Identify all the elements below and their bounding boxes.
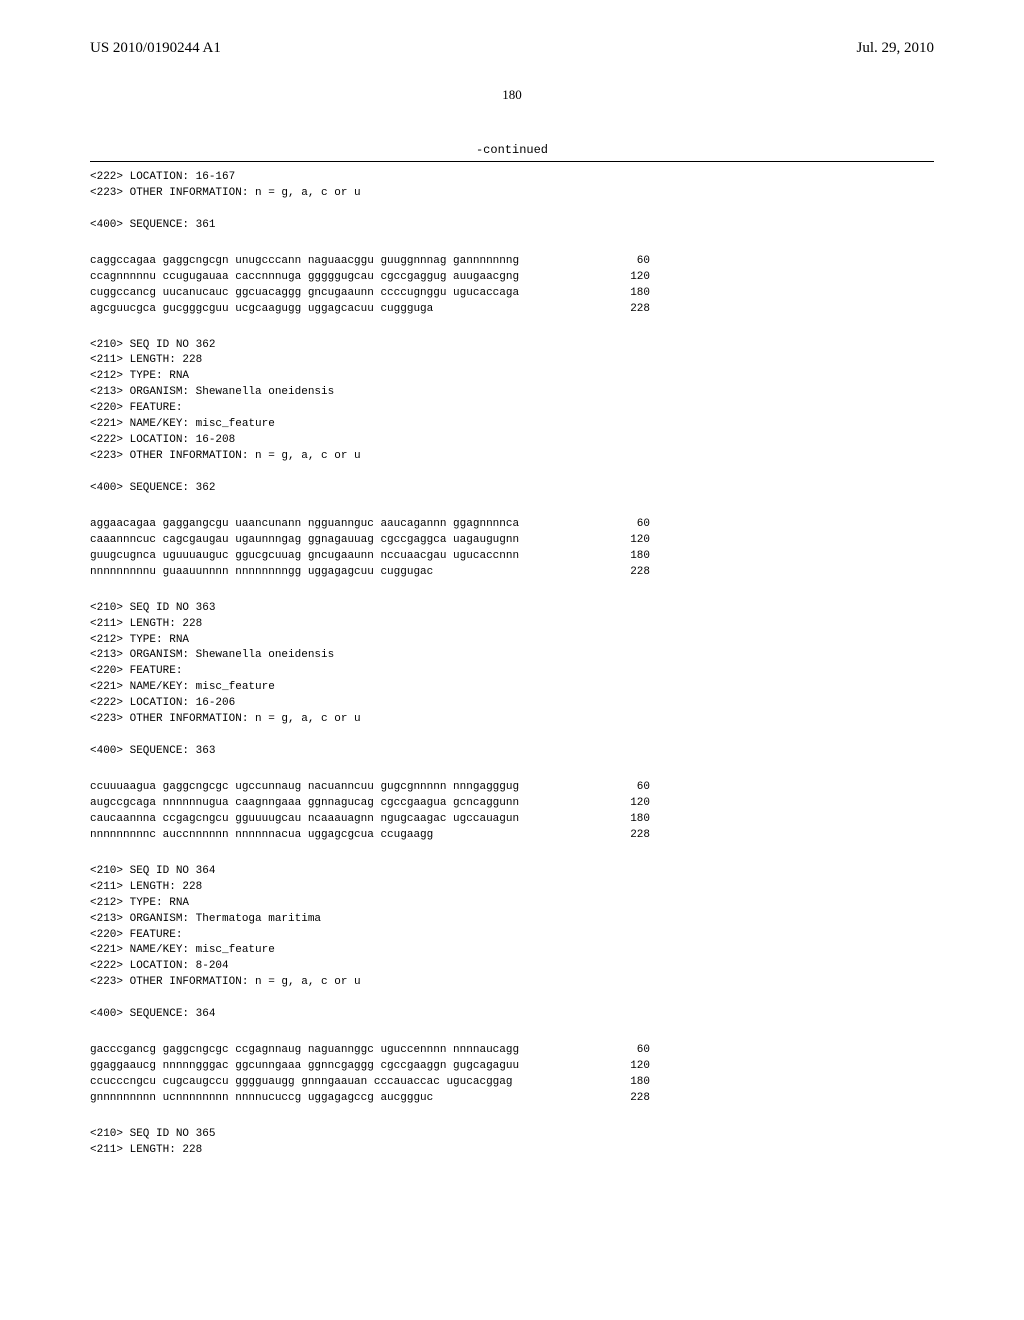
seq-365-meta: <210> SEQ ID NO 365 <211> LENGTH: 228: [90, 1127, 934, 1159]
seq-text: aggaacagaa gaggangcgu uaancunann ngguann…: [90, 517, 519, 533]
continued-label: -continued: [90, 143, 934, 157]
seq-text: gacccgancg gaggcngcgc ccgagnnaug naguann…: [90, 1043, 519, 1059]
seq-text: caggccagaa gaggcngcgn unugcccann naguaac…: [90, 254, 519, 270]
seq-row: gacccgancg gaggcngcgc ccgagnnaug naguann…: [90, 1043, 650, 1059]
seq-pos: 120: [610, 533, 650, 549]
seq-text: agcguucgca gucgggcguu ucgcaagugg uggagca…: [90, 302, 433, 318]
seq-text: caucaannna ccgagcngcu gguuuugcau ncaaaua…: [90, 812, 519, 828]
seq-363-rows: ccuuuaagua gaggcngcgc ugccunnaug nacuann…: [90, 780, 934, 844]
seq-362-meta: <210> SEQ ID NO 362 <211> LENGTH: 228 <2…: [90, 338, 934, 497]
seq-row: cuggccancg uucanucauc ggcuacaggg gncugaa…: [90, 286, 650, 302]
seq-row: caggccagaa gaggcngcgn unugcccann naguaac…: [90, 254, 650, 270]
seq-pos: 228: [610, 828, 650, 844]
seq-pos: 180: [610, 812, 650, 828]
publication-number: US 2010/0190244 A1: [90, 40, 221, 57]
seq-pos: 180: [610, 1075, 650, 1091]
seq-pos: 228: [610, 1091, 650, 1107]
seq-row: ccucccngcu cugcaugccu gggguaugg gnnngaau…: [90, 1075, 650, 1091]
seq-text: ccuuuaagua gaggcngcgc ugccunnaug nacuann…: [90, 780, 519, 796]
header: US 2010/0190244 A1 Jul. 29, 2010: [90, 40, 934, 57]
seq-row: gnnnnnnnnn ucnnnnnnnn nnnnucuccg uggagag…: [90, 1091, 650, 1107]
seq-363-meta: <210> SEQ ID NO 363 <211> LENGTH: 228 <2…: [90, 601, 934, 760]
seq-text: ccucccngcu cugcaugccu gggguaugg gnnngaau…: [90, 1075, 512, 1091]
seq-pos: 120: [610, 1059, 650, 1075]
seq-pos: 120: [610, 796, 650, 812]
seq-row: ccagnnnnnu ccugugauaa caccnnnuga gggggug…: [90, 270, 650, 286]
seq-361-rows: caggccagaa gaggcngcgn unugcccann naguaac…: [90, 254, 934, 318]
seq-text: ccagnnnnnu ccugugauaa caccnnnuga gggggug…: [90, 270, 519, 286]
seq-row: ccuuuaagua gaggcngcgc ugccunnaug nacuann…: [90, 780, 650, 796]
seq-362-rows: aggaacagaa gaggangcgu uaancunann ngguann…: [90, 517, 934, 581]
seq-text: nnnnnnnnnu guaauunnnn nnnnnnnngg uggagag…: [90, 565, 433, 581]
seq-text: cuggccancg uucanucauc ggcuacaggg gncugaa…: [90, 286, 519, 302]
divider: [90, 161, 934, 162]
seq-text: caaannncuc cagcgaugau ugaunnngag ggnagau…: [90, 533, 519, 549]
seq-text: augccgcaga nnnnnnugua caagnngaaa ggnnagu…: [90, 796, 519, 812]
seq-pos: 180: [610, 286, 650, 302]
seq-row: caucaannna ccgagcngcu gguuuugcau ncaaaua…: [90, 812, 650, 828]
seq-row: caaannncuc cagcgaugau ugaunnngag ggnagau…: [90, 533, 650, 549]
seq-pos: 228: [610, 302, 650, 318]
seq-row: aggaacagaa gaggangcgu uaancunann ngguann…: [90, 517, 650, 533]
seq-row: ggaggaaucg nnnnngggac ggcunngaaa ggnncga…: [90, 1059, 650, 1075]
page: US 2010/0190244 A1 Jul. 29, 2010 180 -co…: [0, 0, 1024, 1320]
seq-361-pre-meta: <222> LOCATION: 16-167 <223> OTHER INFOR…: [90, 170, 934, 234]
page-number: 180: [90, 87, 934, 103]
seq-row: agcguucgca gucgggcguu ucgcaagugg uggagca…: [90, 302, 650, 318]
seq-text: gnnnnnnnnn ucnnnnnnnn nnnnucuccg uggagag…: [90, 1091, 433, 1107]
seq-row: augccgcaga nnnnnnugua caagnngaaa ggnnagu…: [90, 796, 650, 812]
seq-row: nnnnnnnnnc auccnnnnnn nnnnnnacua uggagcg…: [90, 828, 650, 844]
seq-pos: 228: [610, 565, 650, 581]
seq-row: guugcugnca uguuuauguc ggucgcuuag gncugaa…: [90, 549, 650, 565]
seq-pos: 120: [610, 270, 650, 286]
seq-pos: 60: [610, 780, 650, 796]
seq-pos: 60: [610, 254, 650, 270]
seq-pos: 60: [610, 517, 650, 533]
seq-row: nnnnnnnnnu guaauunnnn nnnnnnnngg uggagag…: [90, 565, 650, 581]
seq-364-rows: gacccgancg gaggcngcgc ccgagnnaug naguann…: [90, 1043, 934, 1107]
seq-pos: 60: [610, 1043, 650, 1059]
seq-364-meta: <210> SEQ ID NO 364 <211> LENGTH: 228 <2…: [90, 864, 934, 1023]
seq-pos: 180: [610, 549, 650, 565]
seq-text: guugcugnca uguuuauguc ggucgcuuag gncugaa…: [90, 549, 519, 565]
seq-text: ggaggaaucg nnnnngggac ggcunngaaa ggnncga…: [90, 1059, 519, 1075]
publication-date: Jul. 29, 2010: [856, 40, 934, 57]
seq-text: nnnnnnnnnc auccnnnnnn nnnnnnacua uggagcg…: [90, 828, 433, 844]
